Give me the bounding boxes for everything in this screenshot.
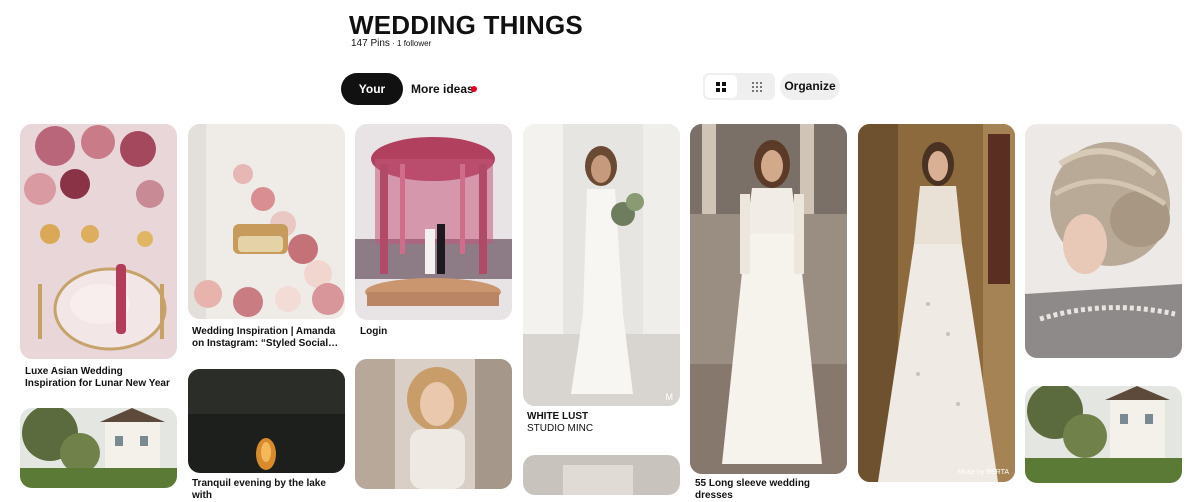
pin-title[interactable]: Wedding Inspiration | Amanda on Instagra… <box>192 326 342 350</box>
view-default-button[interactable] <box>705 75 737 98</box>
board-title: WEDDING THINGS <box>349 10 583 40</box>
meta-separator: · <box>389 39 398 48</box>
board-meta: 147 Pins · 1 follower <box>351 38 431 49</box>
pin-image-partial[interactable] <box>523 455 680 495</box>
tab-more-ideas[interactable]: More ideas <box>403 73 482 105</box>
organize-button[interactable]: Organize <box>780 73 840 100</box>
pin-image-garden-house[interactable] <box>20 408 177 488</box>
pin-title[interactable]: Tranquil evening by the lake with <box>192 478 342 502</box>
grid-4-icon <box>716 82 726 92</box>
pin-image-braided-hair[interactable] <box>1025 124 1182 358</box>
pin-title[interactable]: Login <box>360 326 510 338</box>
pin-watermark: Muse by BERTA <box>957 469 1009 476</box>
pin-image-sparkle-gown[interactable]: Muse by BERTA <box>858 124 1015 482</box>
pin-title[interactable]: 55 Long sleeve wedding dresses <box>695 478 845 502</box>
pin-image-bride-portrait[interactable] <box>355 359 512 489</box>
pin-image-floral-gazebo[interactable] <box>355 124 512 320</box>
pins-count: 147 Pins <box>351 38 390 49</box>
notification-dot-icon <box>471 86 477 92</box>
pin-image-white-gown[interactable]: M <box>523 124 680 406</box>
view-dense-button[interactable] <box>741 75 773 98</box>
pin-image-garden-house[interactable] <box>1025 386 1182 483</box>
pin-image-table-setting[interactable] <box>20 124 177 359</box>
pin-watermark: M <box>665 392 674 402</box>
pin-subtitle: STUDIO MINC <box>527 423 594 434</box>
tab-your-pins[interactable]: Your Pins <box>341 73 403 128</box>
grid-9-icon <box>752 82 762 92</box>
followers-count[interactable]: 1 follower <box>397 39 431 48</box>
pin-title[interactable]: WHITE LUST <box>527 411 677 423</box>
pin-image-floral-arch[interactable] <box>188 124 345 319</box>
pin-title[interactable]: Luxe Asian Wedding Inspiration for Lunar… <box>25 366 175 390</box>
view-toggle <box>703 73 775 100</box>
pin-image-lace-gown[interactable] <box>690 124 847 474</box>
pin-image-lake-evening[interactable] <box>188 369 345 473</box>
